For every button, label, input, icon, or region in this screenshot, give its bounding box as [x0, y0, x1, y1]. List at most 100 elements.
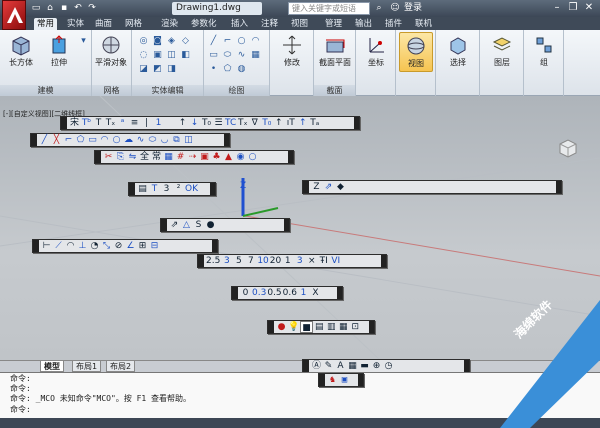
tb1-button[interactable]: Tₐ	[309, 117, 320, 129]
box-button[interactable]: 长方体	[4, 32, 38, 72]
intersect-icon[interactable]: ◈	[166, 36, 177, 46]
tb9-button[interactable]: ●	[205, 219, 216, 231]
tb6-button[interactable]: 1	[282, 255, 293, 267]
rectangle-icon[interactable]: ▭	[208, 50, 219, 60]
tab-annotate[interactable]: 注释	[258, 18, 281, 30]
texture-icon[interactable]: ▥	[326, 321, 337, 333]
extract-edges-icon[interactable]: ◌	[138, 50, 149, 60]
scale-icon[interactable]: ⇢	[187, 151, 198, 163]
hatch-icon[interactable]: ▦	[250, 50, 261, 60]
camera-icon[interactable]: ▣	[339, 374, 350, 386]
separate-icon[interactable]: ◪	[138, 64, 149, 74]
tb6-button[interactable]: 10	[257, 255, 268, 267]
tab-model[interactable]: 模型	[40, 361, 64, 372]
join-icon[interactable]: ○	[247, 151, 258, 163]
rectangle-tool-icon[interactable]: ▭	[87, 134, 98, 146]
smooth-object-button[interactable]: 平滑对象	[94, 32, 128, 72]
tab-surface[interactable]: 曲面	[92, 18, 115, 30]
tb1-button[interactable]: T₀	[201, 117, 212, 129]
tb1-button[interactable]: TC	[225, 117, 236, 129]
coordinates-button[interactable]: 坐标	[359, 32, 393, 72]
aligned-dimension-icon[interactable]: ⟋	[53, 240, 64, 252]
extend-icon[interactable]: ▲	[223, 151, 234, 163]
taper-faces-icon[interactable]: ◫	[166, 50, 177, 60]
tab-view[interactable]: 视图	[288, 18, 311, 30]
user-icon[interactable]: ☺	[389, 2, 401, 15]
union-icon[interactable]: ◎	[138, 36, 149, 46]
tb1-button[interactable]: 宋	[69, 117, 80, 129]
tb7-button[interactable]: ▤	[137, 183, 148, 195]
imprint-icon[interactable]: ◨	[166, 64, 177, 74]
polygon-icon[interactable]: ⬠	[222, 64, 233, 74]
section-plane-button[interactable]: 截面平面	[318, 32, 352, 72]
tb1-button[interactable]: ↑	[297, 117, 308, 129]
tab-output[interactable]: 输出	[352, 18, 375, 30]
leader-icon[interactable]: ▬	[359, 360, 370, 372]
diameter-dimension-icon[interactable]: ⊘	[113, 240, 124, 252]
arc-tool-icon[interactable]: ◠	[99, 134, 110, 146]
tb5-button[interactable]: X	[310, 287, 321, 299]
tb1-button[interactable]: |	[141, 117, 152, 129]
tab-parametric[interactable]: 参数化	[188, 18, 220, 30]
tb6-button[interactable]: 3	[294, 255, 305, 267]
application-menu-button[interactable]	[2, 0, 26, 30]
tb6-button[interactable]: VI	[330, 255, 341, 267]
revcloud-icon[interactable]: ☁	[123, 134, 134, 146]
slice-icon[interactable]: ◇	[180, 36, 191, 46]
stretch-icon[interactable]: ▣	[199, 151, 210, 163]
tb5-button[interactable]: 0.5	[267, 287, 281, 299]
spline-tool-icon[interactable]: ∿	[135, 134, 146, 146]
tb1-button[interactable]: T₀	[261, 117, 272, 129]
tb6-button[interactable]: ×	[306, 255, 317, 267]
tb1-button[interactable]: Tᵇ	[81, 117, 92, 129]
polyline-tool-icon[interactable]: ⌐	[63, 134, 74, 146]
search-icon[interactable]: ⌕	[373, 2, 385, 15]
extrude-button[interactable]: 拉伸	[42, 32, 76, 72]
tab-render[interactable]: 渲染	[158, 18, 181, 30]
subtract-icon[interactable]: ◙	[152, 36, 163, 46]
baseline-icon[interactable]: ⊟	[149, 240, 160, 252]
point-icon[interactable]: •	[208, 64, 219, 74]
tb1-button[interactable]: ∇	[249, 117, 260, 129]
radius-dimension-icon[interactable]: ◔	[89, 240, 100, 252]
tb5-button[interactable]: 0	[240, 287, 251, 299]
minimize-button[interactable]: –	[550, 1, 564, 15]
modify-button[interactable]: 修改	[275, 32, 309, 72]
login-link[interactable]: 登录	[404, 2, 422, 15]
tb1-button[interactable]: ☰	[213, 117, 224, 129]
tb1-button[interactable]: ≡	[129, 117, 140, 129]
angular-dimension-icon[interactable]: ∠	[125, 240, 136, 252]
arc-icon[interactable]: ◠	[250, 36, 261, 46]
tb6-button[interactable]: 2.5	[206, 255, 220, 267]
tb7-button[interactable]: OK	[185, 183, 198, 195]
restore-button[interactable]: ❐	[566, 1, 580, 15]
polyline-icon[interactable]: ⌐	[222, 36, 233, 46]
tb1-button[interactable]: ↓	[189, 117, 200, 129]
interfere-icon[interactable]: ◩	[152, 64, 163, 74]
table-icon[interactable]: ▦	[347, 360, 358, 372]
tb6-button[interactable]: 3	[221, 255, 232, 267]
array-icon[interactable]: 常	[151, 151, 162, 163]
jogged-icon[interactable]: ⤡	[101, 240, 112, 252]
linear-dimension-icon[interactable]: ⊢	[41, 240, 52, 252]
groups-button[interactable]: 组	[527, 32, 561, 72]
save-icon[interactable]: ▪	[58, 2, 70, 15]
offset-icon[interactable]: 全	[139, 151, 150, 163]
tb6-button[interactable]: 7	[245, 255, 256, 267]
close-button[interactable]: ✕	[582, 1, 596, 15]
tb9-button[interactable]: S	[193, 219, 204, 231]
quick-dimension-icon[interactable]: ⊞	[137, 240, 148, 252]
spline-icon[interactable]: ∿	[236, 50, 247, 60]
viewcube-icon[interactable]	[556, 136, 580, 160]
tb1-button[interactable]: ıT	[285, 117, 296, 129]
line-icon[interactable]: ╱	[208, 36, 219, 46]
background-icon[interactable]: ▦	[338, 321, 349, 333]
tb8-button[interactable]: Z	[311, 181, 322, 193]
tb6-button[interactable]: 5	[233, 255, 244, 267]
tb1-button[interactable]: Tₓ	[237, 117, 248, 129]
trim-icon[interactable]: ♣	[211, 151, 222, 163]
tb8-button[interactable]: ⇗	[323, 181, 334, 193]
polygon-tool-icon[interactable]: ⬠	[75, 134, 86, 146]
text-style-icon[interactable]: Ⓐ	[311, 360, 322, 372]
move-tool-icon[interactable]: ▦	[163, 151, 174, 163]
